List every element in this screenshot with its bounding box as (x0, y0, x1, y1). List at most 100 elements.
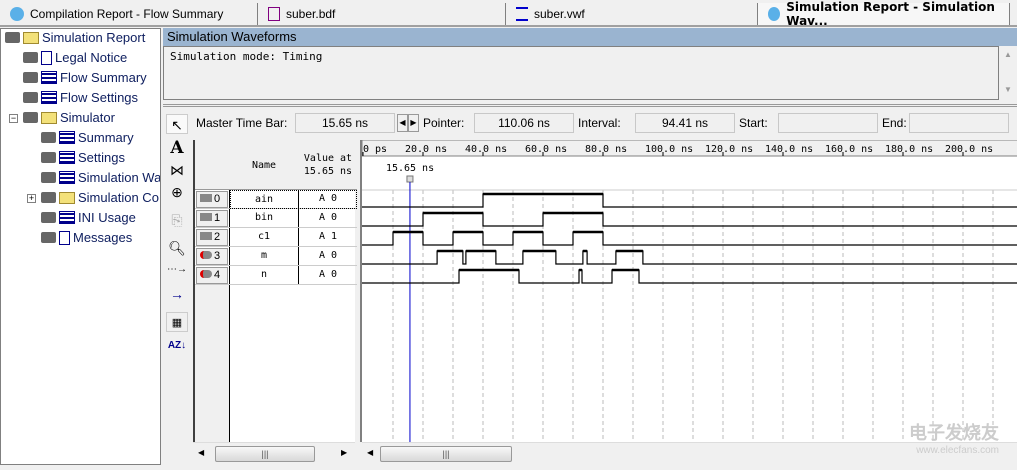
next-arrow-icon[interactable]: ▶ (408, 114, 419, 132)
waveform-svg[interactable]: 0 ps 20.0 ns 40.0 ns 60.0 ns 80.0 ns 100.0 ns… (361, 139, 1017, 442)
tree-item-ini-usage[interactable]: INI Usage (41, 210, 136, 225)
tick-label: 140.0 ns (765, 144, 813, 155)
scroll-thumb[interactable]: ||| (380, 446, 512, 462)
value-column-header[interactable]: Value at 15.65 ns (299, 152, 357, 178)
input-pin-icon[interactable]: 0 (196, 191, 228, 208)
tick-label: 0 ps (363, 144, 387, 155)
output-pin-icon[interactable]: 3 (196, 248, 228, 265)
tree-item-label: INI Usage (78, 210, 136, 225)
output-pin-icon[interactable]: 4 (196, 267, 228, 284)
scroll-left-icon[interactable]: ◀ (198, 448, 204, 457)
waveform-ain (362, 193, 1017, 208)
snap-to-grid-icon[interactable]: ▦ (166, 312, 188, 332)
tick-label: 120.0 ns (705, 144, 753, 155)
signal-name: m (260, 250, 268, 261)
start-field[interactable] (778, 113, 878, 133)
table-row[interactable]: 4 n A 0 (195, 266, 357, 285)
name-column-header[interactable]: Name (230, 160, 298, 171)
master-time-bar-label: Master Time Bar: (196, 116, 288, 130)
watermark: 电子发烧友 www.elecfans.com (909, 423, 999, 456)
interval-label: Interval: (578, 116, 621, 130)
tree-item-flow-summary[interactable]: Flow Summary (23, 70, 147, 85)
printer-icon (41, 172, 56, 183)
document-icon (41, 50, 52, 65)
tab-suber-vwf[interactable]: suber.vwf (506, 3, 758, 25)
printer-icon (23, 52, 38, 63)
master-time-bar-field[interactable]: 15.65 ns (295, 113, 395, 133)
master-time-label: 15.65 ns (386, 163, 434, 174)
tree-item-label: Simulation Wa (78, 170, 161, 185)
signal-value: A 0 (318, 212, 338, 223)
arrow-right-icon[interactable]: → (166, 284, 188, 304)
table-row[interactable]: 1 bin A 0 (195, 209, 357, 228)
mode-scrollbar[interactable]: ▲ ▼ (999, 46, 1017, 100)
tree-item-simulator[interactable]: Simulator (23, 110, 115, 125)
tree-item-flow-settings[interactable]: Flow Settings (23, 90, 138, 105)
simulation-mode-text: Simulation mode: Timing (163, 46, 999, 100)
block-diagram-icon (268, 7, 280, 21)
printer-icon (41, 192, 56, 203)
waveform-icon (59, 171, 75, 184)
master-time-stepper[interactable]: ◀ ▶ (397, 114, 419, 132)
tree-item-simulation-report[interactable]: Simulation Report (5, 30, 145, 45)
tree-item-legal-notice[interactable]: Legal Notice (23, 50, 127, 65)
tab-compilation-report[interactable]: Compilation Report - Flow Summary (0, 3, 258, 25)
tree-item-label: Simulation Report (42, 30, 146, 45)
tree-item-simulation-co[interactable]: Simulation Co (41, 190, 159, 205)
names-horizontal-scrollbar[interactable]: ◀ ||| ▶ (193, 442, 355, 464)
table-row[interactable]: 3 m A 0 (195, 247, 357, 266)
tick-label: 180.0 ns (885, 144, 933, 155)
table-icon (59, 151, 75, 164)
input-pin-icon[interactable]: 2 (196, 229, 228, 246)
tick-label: 80.0 ns (585, 144, 627, 155)
document-tabs: Compilation Report - Flow Summary suber.… (0, 0, 1017, 28)
table-row[interactable]: 0 ain A 0 (195, 190, 357, 209)
table-icon (41, 71, 57, 84)
zoom-tool-icon[interactable]: ⊕ (166, 182, 188, 202)
tree-item-summary[interactable]: Summary (41, 130, 134, 145)
printer-icon (5, 32, 20, 43)
text-tool-icon[interactable]: A (166, 138, 188, 158)
waveform-c1 (362, 231, 1017, 246)
printer-icon (23, 72, 38, 83)
signal-value: A 0 (318, 250, 338, 261)
tree-item-simulation-wa[interactable]: Simulation Wa (41, 170, 161, 185)
selection-tool-icon[interactable]: ↖ (166, 114, 188, 134)
tree-item-label: Settings (78, 150, 125, 165)
scroll-thumb[interactable]: ||| (215, 446, 315, 462)
signal-name: c1 (257, 231, 271, 242)
prev-arrow-icon[interactable]: ◀ (397, 114, 408, 132)
start-label: Start: (739, 116, 768, 130)
tree-item-label: Simulation Co (78, 190, 159, 205)
scroll-left-icon[interactable]: ◀ (367, 448, 373, 457)
find-next-icon[interactable]: ⋯→ (166, 260, 188, 280)
expand-toggle[interactable]: + (27, 194, 36, 203)
table-icon (59, 211, 75, 224)
report-icon (768, 7, 781, 21)
tick-label: 200.0 ns (945, 144, 993, 155)
splitter[interactable] (163, 104, 1017, 107)
copy-icon[interactable]: ⎘ (166, 210, 188, 230)
tick-label: 100.0 ns (645, 144, 693, 155)
scroll-right-icon[interactable]: ▶ (341, 448, 347, 457)
collapse-toggle[interactable]: − (9, 114, 18, 123)
tree-item-settings[interactable]: Settings (41, 150, 125, 165)
sort-icon[interactable]: AZ↓ (166, 336, 188, 356)
table-icon (59, 131, 75, 144)
input-pin-icon[interactable]: 1 (196, 210, 228, 227)
info-icon (59, 230, 70, 245)
tab-suber-bdf[interactable]: suber.bdf (258, 3, 506, 25)
find-icon[interactable]: 🔍︎ (166, 238, 188, 258)
tree-item-messages[interactable]: Messages (41, 230, 132, 245)
interval-field: 94.41 ns (635, 113, 735, 133)
folder-icon (41, 111, 57, 124)
waveform-editing-tool-icon[interactable]: ⋈ (166, 160, 188, 180)
tab-simulation-report[interactable]: Simulation Report - Simulation Wav... (758, 0, 1010, 28)
end-field[interactable] (909, 113, 1009, 133)
master-time-handle (406, 175, 414, 183)
waveform-display[interactable]: 0 ps 20.0 ns 40.0 ns 60.0 ns 80.0 ns 100.0 ns… (360, 139, 1017, 442)
tick-label: 160.0 ns (825, 144, 873, 155)
table-row[interactable]: 2 c1 A 1 (195, 228, 357, 247)
waveform-m (362, 250, 1017, 265)
tree-item-label: Flow Settings (60, 90, 139, 105)
